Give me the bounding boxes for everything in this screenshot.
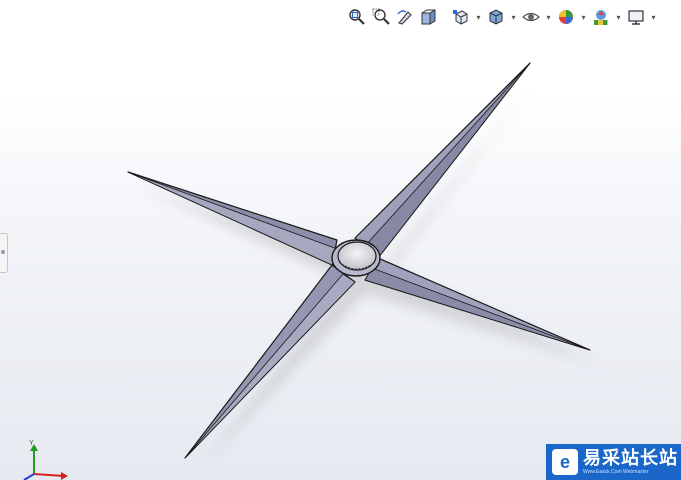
dropdown-arrow-icon[interactable]: ▾ xyxy=(649,6,658,28)
watermark-banner: e 易采站长站 Www.Easck.Com Webmaster xyxy=(546,444,681,480)
watermark-title: 易采站长站 xyxy=(583,447,678,469)
zoom-to-fit-button[interactable] xyxy=(346,6,368,28)
star-model[interactable] xyxy=(127,62,600,472)
edit-appearance-button[interactable] xyxy=(555,6,577,28)
previous-view-icon xyxy=(396,8,414,26)
hide-show-items-button[interactable] xyxy=(520,6,542,28)
triad-y-label: Y xyxy=(29,440,34,447)
apply-scene-button[interactable] xyxy=(590,6,612,28)
dropdown-arrow-icon[interactable]: ▾ xyxy=(579,6,588,28)
grip-icon xyxy=(1,250,5,254)
zoom-to-area-button[interactable] xyxy=(370,6,392,28)
section-view-icon xyxy=(420,8,438,26)
previous-view-button[interactable] xyxy=(394,6,416,28)
display-style-icon xyxy=(487,8,505,26)
dropdown-arrow-icon[interactable]: ▾ xyxy=(509,6,518,28)
view-settings-button[interactable] xyxy=(625,6,647,28)
zoom-to-fit-icon xyxy=(348,8,366,26)
view-orientation-icon xyxy=(452,8,470,26)
reference-triad: Y xyxy=(23,440,68,480)
heads-up-view-toolbar: ▾ ▾ ▾ ▾ ▾ ▾ xyxy=(346,5,658,29)
zoom-to-area-icon xyxy=(372,8,390,26)
graphics-viewport[interactable] xyxy=(0,0,681,480)
dropdown-arrow-icon[interactable]: ▾ xyxy=(544,6,553,28)
hub-hole xyxy=(337,241,377,271)
edit-appearance-icon xyxy=(557,8,575,26)
view-orientation-button[interactable] xyxy=(450,6,472,28)
display-style-button[interactable] xyxy=(485,6,507,28)
apply-scene-icon xyxy=(592,8,610,26)
dropdown-arrow-icon[interactable]: ▾ xyxy=(614,6,623,28)
watermark-url: Www.Easck.Com Webmaster xyxy=(583,468,649,475)
hide-show-items-icon xyxy=(522,8,540,26)
section-view-button[interactable] xyxy=(418,6,440,28)
feature-manager-tab[interactable] xyxy=(0,233,8,273)
dropdown-arrow-icon[interactable]: ▾ xyxy=(474,6,483,28)
view-settings-icon xyxy=(627,8,645,26)
watermark-logo: e xyxy=(552,449,578,475)
